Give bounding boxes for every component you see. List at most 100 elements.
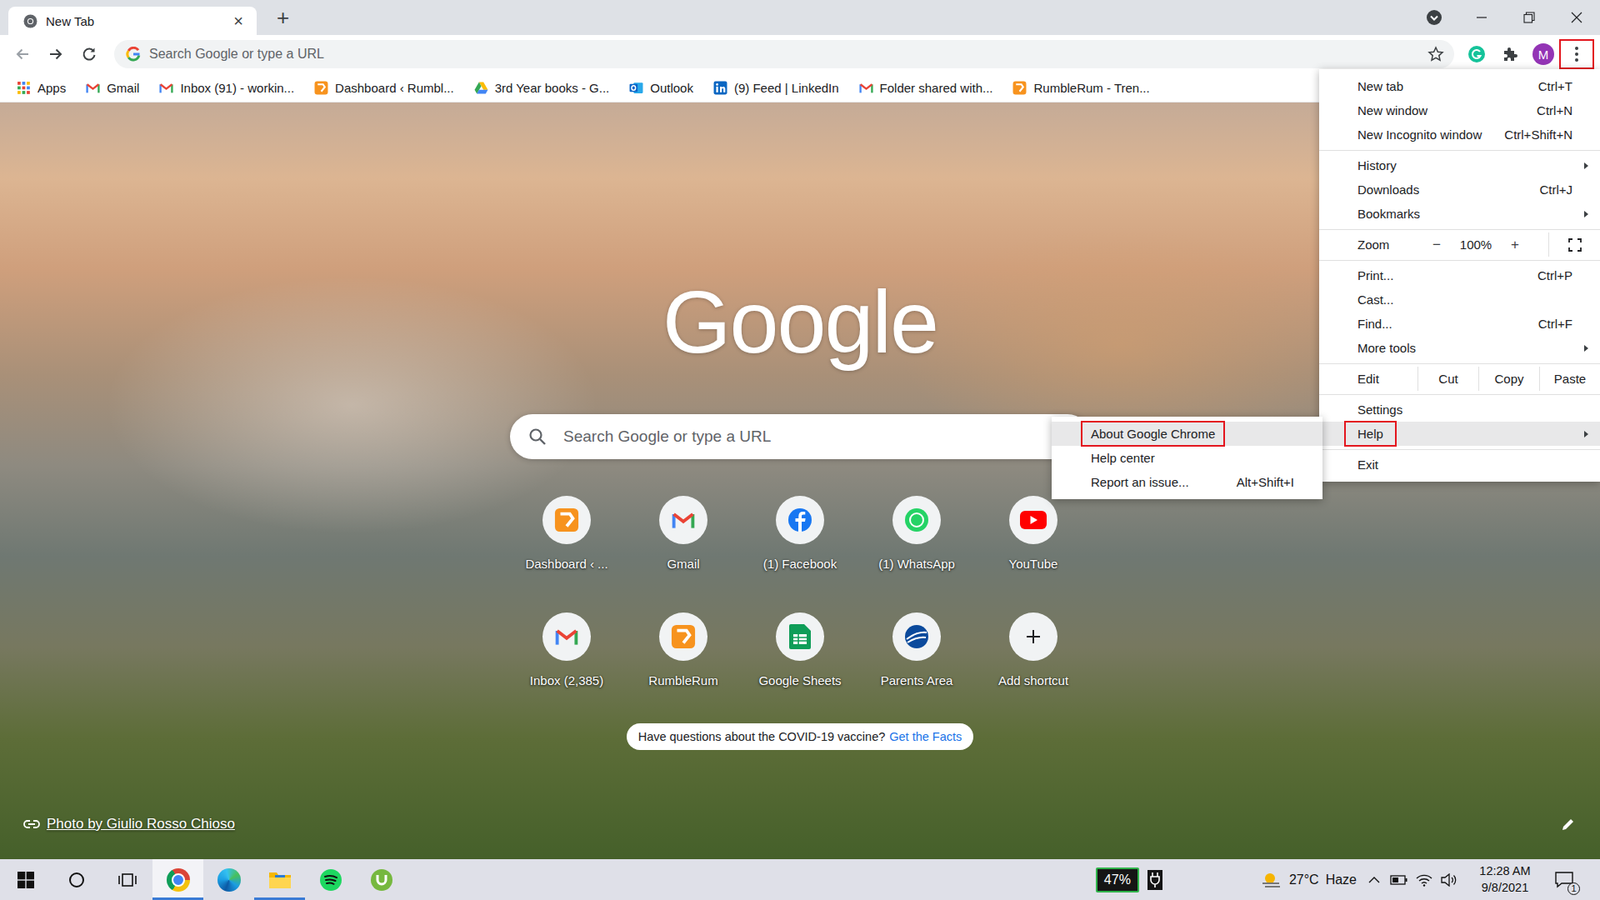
edit-action-button[interactable]: Paste xyxy=(1539,366,1600,391)
menu-item[interactable]: New Incognito windowCtrl+Shift+N xyxy=(1319,122,1600,147)
menu-item[interactable]: Settings xyxy=(1319,397,1600,422)
browser-tab[interactable]: New Tab× xyxy=(8,6,257,35)
search-box[interactable]: Search Google or type a URL xyxy=(510,414,1090,460)
task-view-button[interactable] xyxy=(101,859,153,900)
menu-item[interactable]: Help xyxy=(1319,421,1600,446)
show-hidden-icons-button[interactable] xyxy=(1361,859,1387,900)
bookmark-item[interactable]: Outlook xyxy=(622,77,700,99)
photo-attribution[interactable]: Photo by Giulio Rosso Chioso xyxy=(23,815,235,833)
bookmark-item[interactable]: Apps xyxy=(10,77,73,99)
bookmark-item[interactable]: (9) Feed | LinkedIn xyxy=(706,77,846,99)
bookmark-item[interactable]: 3rd Year books - G... xyxy=(467,77,617,99)
menu-item[interactable]: Cast... xyxy=(1319,287,1600,312)
battery-widget: 47% xyxy=(1095,867,1140,893)
close-button[interactable] xyxy=(1552,0,1600,35)
restore-button[interactable] xyxy=(1505,0,1553,35)
youtube-icon xyxy=(1020,510,1047,530)
zoom-in-button[interactable]: + xyxy=(1496,232,1534,257)
menu-item[interactable]: New windowCtrl+N xyxy=(1319,98,1600,123)
zoom-out-button[interactable]: − xyxy=(1418,232,1455,257)
start-button[interactable] xyxy=(0,859,51,900)
chrome-menu-button[interactable] xyxy=(1560,40,1594,69)
promo-link[interactable]: Get the Facts xyxy=(889,730,962,744)
menu-shortcut: Alt+Shift+I xyxy=(1236,475,1295,490)
tab-close-button[interactable]: × xyxy=(230,12,247,30)
taskbar-app[interactable] xyxy=(254,859,305,900)
menu-label: Help xyxy=(1345,422,1395,445)
taskbar-app[interactable] xyxy=(355,859,407,900)
reload-button[interactable] xyxy=(75,40,103,69)
edit-action-button[interactable]: Copy xyxy=(1478,366,1540,391)
shortcut-tile[interactable]: YouTube xyxy=(975,483,1092,600)
taskbar-app[interactable] xyxy=(152,859,204,900)
fullscreen-button[interactable] xyxy=(1548,232,1600,257)
grammarly-extension-button[interactable] xyxy=(1460,40,1494,69)
menu-separator xyxy=(1319,363,1600,365)
shortcut-tile[interactable]: Google Sheets xyxy=(741,600,859,717)
bookmark-item[interactable]: Gmail xyxy=(79,77,146,99)
menu-item[interactable]: Exit xyxy=(1319,452,1600,477)
shortcut-tile[interactable]: Inbox (2,385) xyxy=(508,600,625,717)
shortcut-tile[interactable]: Add shortcut xyxy=(975,600,1092,717)
battery-button[interactable] xyxy=(1386,859,1412,900)
edit-action-button[interactable]: Cut xyxy=(1417,366,1479,391)
bookmark-item[interactable]: Inbox (91) - workin... xyxy=(152,77,301,99)
volume-button[interactable] xyxy=(1436,859,1462,900)
taskbar-app[interactable] xyxy=(305,859,356,900)
submenu-item[interactable]: Report an issue...Alt+Shift+I xyxy=(1051,470,1323,495)
shortcut-tile[interactable]: (1) Facebook xyxy=(741,483,859,600)
shortcut-tile[interactable]: Parents Area xyxy=(858,600,975,717)
bookmark-item[interactable]: RumbleRum - Tren... xyxy=(1005,77,1156,99)
menu-item[interactable]: History xyxy=(1319,153,1600,178)
wifi-button[interactable] xyxy=(1411,859,1437,900)
menu-item[interactable]: Find...Ctrl+F xyxy=(1319,311,1600,336)
rumblerum-icon xyxy=(1012,80,1027,95)
back-button[interactable] xyxy=(9,40,36,69)
folder-icon xyxy=(268,870,292,890)
bookmark-label: Outlook xyxy=(650,80,694,95)
menu-item[interactable]: Print...Ctrl+P xyxy=(1319,263,1600,288)
parents-area-icon xyxy=(904,624,930,650)
new-tab-button[interactable]: + xyxy=(271,5,295,30)
tab-search-button[interactable] xyxy=(1410,0,1458,35)
profile-button[interactable]: M xyxy=(1526,40,1560,69)
bookmark-label: Inbox (91) - workin... xyxy=(180,80,295,95)
bookmark-item[interactable]: Folder shared with... xyxy=(852,77,1000,99)
extensions-button[interactable] xyxy=(1493,40,1527,69)
search-button[interactable] xyxy=(50,859,102,900)
chrome-icon xyxy=(23,14,38,29)
reload-icon xyxy=(80,45,98,63)
haze-sun-icon xyxy=(1260,870,1283,890)
address-bar[interactable]: Search Google or type a URL xyxy=(114,40,1455,69)
edit-row: EditCutCopyPaste xyxy=(1319,366,1600,391)
shortcut-label: Inbox (2,385) xyxy=(530,673,604,688)
shortcut-label: Add shortcut xyxy=(998,673,1069,688)
notification-center-button[interactable]: 1 xyxy=(1545,859,1584,900)
rumblerum-icon xyxy=(314,80,329,95)
menu-separator xyxy=(1319,260,1600,261)
weather-widget[interactable]: 27°CHaze xyxy=(1255,859,1362,900)
submenu-item[interactable]: Help center xyxy=(1051,445,1323,470)
shortcut-tile[interactable]: RumbleRum xyxy=(625,600,742,717)
submenu-item[interactable]: About Google Chrome xyxy=(1051,421,1323,446)
menu-item[interactable]: New tabCtrl+T xyxy=(1319,74,1600,99)
taskbar-app[interactable] xyxy=(203,859,255,900)
shortcut-tile[interactable]: (1) WhatsApp xyxy=(858,483,975,600)
restore-icon xyxy=(1523,11,1535,24)
menu-item[interactable]: DownloadsCtrl+J xyxy=(1319,177,1600,202)
menu-item[interactable]: More tools xyxy=(1319,335,1600,360)
bookmark-star-icon[interactable] xyxy=(1427,45,1445,63)
forward-button[interactable] xyxy=(42,40,70,69)
menu-separator xyxy=(1319,394,1600,395)
minimize-button[interactable] xyxy=(1457,0,1505,35)
clock[interactable]: 12:28 AM9/8/2021 xyxy=(1465,859,1545,900)
menu-item[interactable]: Bookmarks xyxy=(1319,201,1600,226)
utorrent-icon xyxy=(370,868,394,892)
shortcut-tile[interactable]: Dashboard ‹ ... xyxy=(508,483,625,600)
bookmark-item[interactable]: Dashboard ‹ Rumbl... xyxy=(307,77,461,99)
bookmark-label: Folder shared with... xyxy=(880,80,994,95)
customize-button[interactable] xyxy=(1558,814,1579,835)
shortcut-tile[interactable]: Gmail xyxy=(625,483,742,600)
menu-label: Print... xyxy=(1357,268,1521,283)
promo-banner: Have questions about the COVID-19 vaccin… xyxy=(626,723,975,750)
